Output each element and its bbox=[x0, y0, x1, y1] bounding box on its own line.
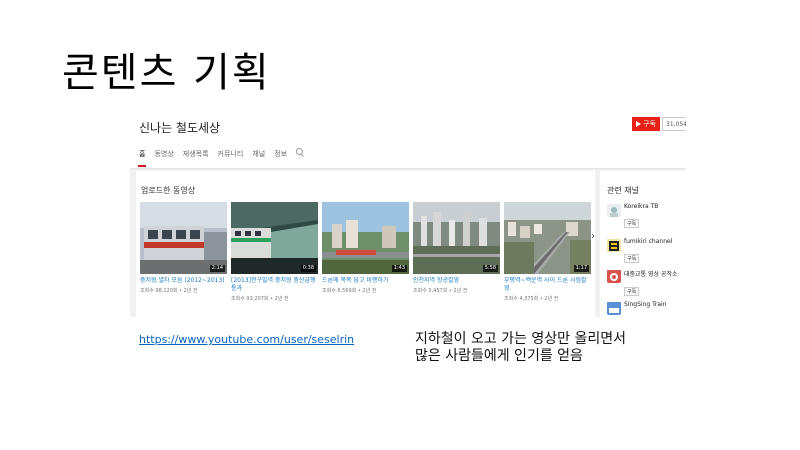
subscribe-button[interactable]: 구독 bbox=[632, 117, 660, 131]
video-meta: 조회수 5,457회 • 2년 전 bbox=[413, 288, 468, 294]
tab-about[interactable]: 정보 bbox=[274, 149, 287, 159]
youtube-channel-screenshot: 신나는 철도세상 구독 31,054 홈 동영상 재생목록 커뮤니티 채널 정보… bbox=[130, 105, 686, 317]
tab-videos[interactable]: 동영상 bbox=[154, 149, 173, 159]
search-icon[interactable] bbox=[296, 148, 304, 155]
related-channel-name[interactable]: 대중교통 영상 공작소 bbox=[624, 269, 678, 278]
channel-tabs: 홈 동영상 재생목록 커뮤니티 채널 정보 bbox=[137, 148, 304, 167]
tab-playlists[interactable]: 재생목록 bbox=[183, 149, 209, 159]
description-line: 지하철이 오고 가는 영상만 올리면서 bbox=[415, 331, 626, 347]
subscribe-button[interactable]: 구독 bbox=[624, 287, 640, 296]
video-duration: 1:17 bbox=[573, 265, 589, 272]
video-thumbnail[interactable]: 1:17 bbox=[504, 202, 591, 274]
video-title[interactable]: 부평역~백운역 사이 드론 시험촬영 bbox=[504, 277, 591, 293]
chevron-right-icon[interactable]: › bbox=[591, 231, 595, 242]
video-thumbnail[interactable]: 0:38 bbox=[231, 202, 318, 274]
video-item[interactable]: 5:58 인천지역 항공촬영 조회수 5,457회 • 2년 전 bbox=[413, 202, 500, 302]
play-icon bbox=[636, 121, 642, 127]
channel-avatar[interactable] bbox=[607, 301, 621, 315]
video-thumbnail[interactable]: 2:14 bbox=[140, 202, 227, 274]
video-duration: 0:38 bbox=[300, 265, 316, 272]
video-shelf: 2:14 중저형 열차 모음 (2012~2013) 조회수 98,120회 •… bbox=[140, 202, 591, 302]
channel-name: 신나는 철도세상 bbox=[139, 121, 221, 135]
related-channel-name[interactable]: fumikiri channel bbox=[624, 238, 672, 245]
video-title[interactable]: 중저형 열차 모음 (2012~2013) bbox=[140, 277, 227, 285]
tab-channels[interactable]: 채널 bbox=[252, 149, 265, 159]
channel-avatar[interactable] bbox=[607, 238, 621, 252]
video-thumbnail[interactable]: 5:58 bbox=[413, 202, 500, 274]
related-channels-panel: 관련 채널 Koreikra TB 구독 fumikiri channel 구독 bbox=[600, 171, 686, 317]
video-title[interactable]: [2013]전구밀역 중저형 중산급행 통과 bbox=[231, 277, 318, 293]
related-channel-name[interactable]: Koreikra TB bbox=[624, 203, 658, 210]
video-thumbnail[interactable]: 1:43 bbox=[322, 202, 409, 274]
video-meta: 조회수 93,207회 • 2년 전 bbox=[231, 296, 289, 302]
video-duration: 2:14 bbox=[209, 265, 225, 272]
subscriber-count: 31,054 bbox=[662, 117, 686, 131]
video-title[interactable]: 드론에 쪽쪽 담고 비행하기 bbox=[322, 277, 409, 285]
related-channel[interactable]: Koreikra TB 구독 bbox=[607, 203, 658, 229]
uploads-section-title[interactable]: 업로드한 동영상 bbox=[141, 185, 195, 196]
video-item[interactable]: 1:43 드론에 쪽쪽 담고 비행하기 조회수 6,569회 • 2년 전 bbox=[322, 202, 409, 302]
related-channel-name[interactable]: SingSing Train bbox=[624, 301, 666, 308]
channel-avatar[interactable] bbox=[607, 269, 621, 283]
video-item[interactable]: 0:38 [2013]전구밀역 중저형 중산급행 통과 조회수 93,207회 … bbox=[231, 202, 318, 302]
video-meta: 조회수 4,375회 • 2년 전 bbox=[504, 296, 559, 302]
uploads-panel: 업로드한 동영상 2:14 중저형 열차 모음 (2012~2013) 조회수 … bbox=[136, 171, 595, 317]
video-item[interactable]: 1:17 부평역~백운역 사이 드론 시험촬영 조회수 4,375회 • 2년 … bbox=[504, 202, 591, 302]
channel-avatar[interactable] bbox=[607, 203, 621, 217]
slide-title: 콘텐츠 기획 bbox=[62, 50, 271, 96]
tab-community[interactable]: 커뮤니티 bbox=[218, 149, 244, 159]
video-title[interactable]: 인천지역 항공촬영 bbox=[413, 277, 500, 285]
video-meta: 조회수 6,569회 • 2년 전 bbox=[322, 288, 377, 294]
tab-home[interactable]: 홈 bbox=[137, 149, 148, 167]
slide-description: 지하철이 오고 가는 영상만 올리면서 많은 사람들에게 인기를 얻음 bbox=[415, 331, 626, 365]
video-meta: 조회수 98,120회 • 2년 전 bbox=[140, 288, 198, 294]
subscribe-button[interactable]: 구독 bbox=[624, 254, 640, 263]
description-line: 많은 사람들에게 인기를 얻음 bbox=[415, 348, 583, 364]
related-channel[interactable]: SingSing Train bbox=[607, 301, 666, 315]
related-channel[interactable]: fumikiri channel 구독 bbox=[607, 238, 672, 264]
related-channel[interactable]: 대중교통 영상 공작소 구독 bbox=[607, 269, 678, 297]
channel-link[interactable]: https://www.youtube.com/user/seselrin bbox=[139, 333, 354, 346]
video-duration: 5:58 bbox=[482, 265, 498, 272]
video-item[interactable]: 2:14 중저형 열차 모음 (2012~2013) 조회수 98,120회 •… bbox=[140, 202, 227, 302]
subscribe-button[interactable]: 구독 bbox=[624, 219, 640, 228]
subscribe-label: 구독 bbox=[643, 120, 656, 128]
subscribe-area: 구독 31,054 bbox=[632, 117, 686, 131]
video-duration: 1:43 bbox=[391, 265, 407, 272]
related-channels-title: 관련 채널 bbox=[607, 186, 639, 195]
